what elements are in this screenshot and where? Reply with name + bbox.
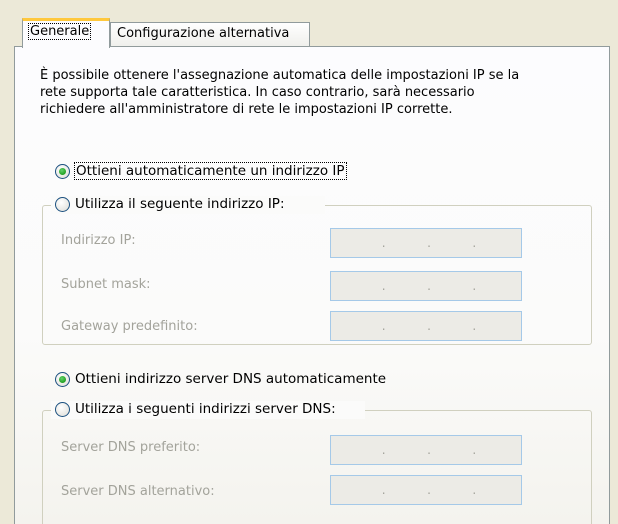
- radio-manual-ip-label: Utilizza il seguente indirizzo IP:: [75, 196, 285, 212]
- tab-label: Generale: [27, 23, 92, 40]
- ip-address-label: Indirizzo IP:: [61, 233, 136, 248]
- tab-label: Configurazione alternativa: [117, 26, 290, 41]
- tab-panel-generale: È possibile ottenere l'assegnazione auto…: [14, 46, 610, 524]
- subnet-mask-label: Subnet mask:: [61, 277, 151, 292]
- tcp-ip-properties-dialog: Configurazione alternativa Generale È po…: [0, 0, 618, 524]
- ip-address-input: ...: [330, 228, 522, 258]
- default-gateway-label: Gateway predefinito:: [61, 319, 198, 334]
- default-gateway-input: ...: [330, 311, 522, 341]
- radio-auto-dns-label: Ottieni indirizzo server DNS automaticam…: [75, 371, 387, 387]
- radio-manual-dns-label: Utilizza i seguenti indirizzi server DNS…: [75, 401, 336, 417]
- radio-checked-icon: [55, 371, 70, 387]
- preferred-dns-label: Server DNS preferito:: [61, 440, 201, 455]
- tab-configurazione-alternativa[interactable]: Configurazione alternativa: [110, 22, 310, 48]
- radio-auto-dns[interactable]: Ottieni indirizzo server DNS automaticam…: [55, 371, 386, 387]
- radio-unchecked-icon: [55, 401, 70, 417]
- radio-manual-dns[interactable]: Utilizza i seguenti indirizzi server DNS…: [55, 401, 336, 417]
- description-line: È possibile ottenere l'assegnazione auto…: [40, 68, 520, 83]
- radio-manual-ip[interactable]: Utilizza il seguente indirizzo IP:: [55, 196, 285, 212]
- radio-auto-ip-label: Ottieni automaticamente un indirizzo IP: [74, 162, 347, 180]
- description-line: richiedere all'amministratore di rete le…: [40, 102, 453, 117]
- radio-auto-ip[interactable]: Ottieni automaticamente un indirizzo IP: [55, 162, 347, 180]
- radio-checked-icon: [55, 163, 70, 179]
- alternate-dns-label: Server DNS alternativo:: [61, 484, 215, 499]
- preferred-dns-input: ...: [330, 435, 522, 465]
- radio-unchecked-icon: [55, 196, 70, 212]
- alternate-dns-input: ...: [330, 475, 522, 505]
- dns-manual-groupbox: [42, 410, 592, 524]
- tab-generale[interactable]: Generale: [22, 18, 110, 48]
- description-text: È possibile ottenere l'assegnazione auto…: [40, 67, 605, 118]
- description-line: rete supporta tale caratteristica. In ca…: [40, 85, 475, 100]
- subnet-mask-input: ...: [330, 271, 522, 301]
